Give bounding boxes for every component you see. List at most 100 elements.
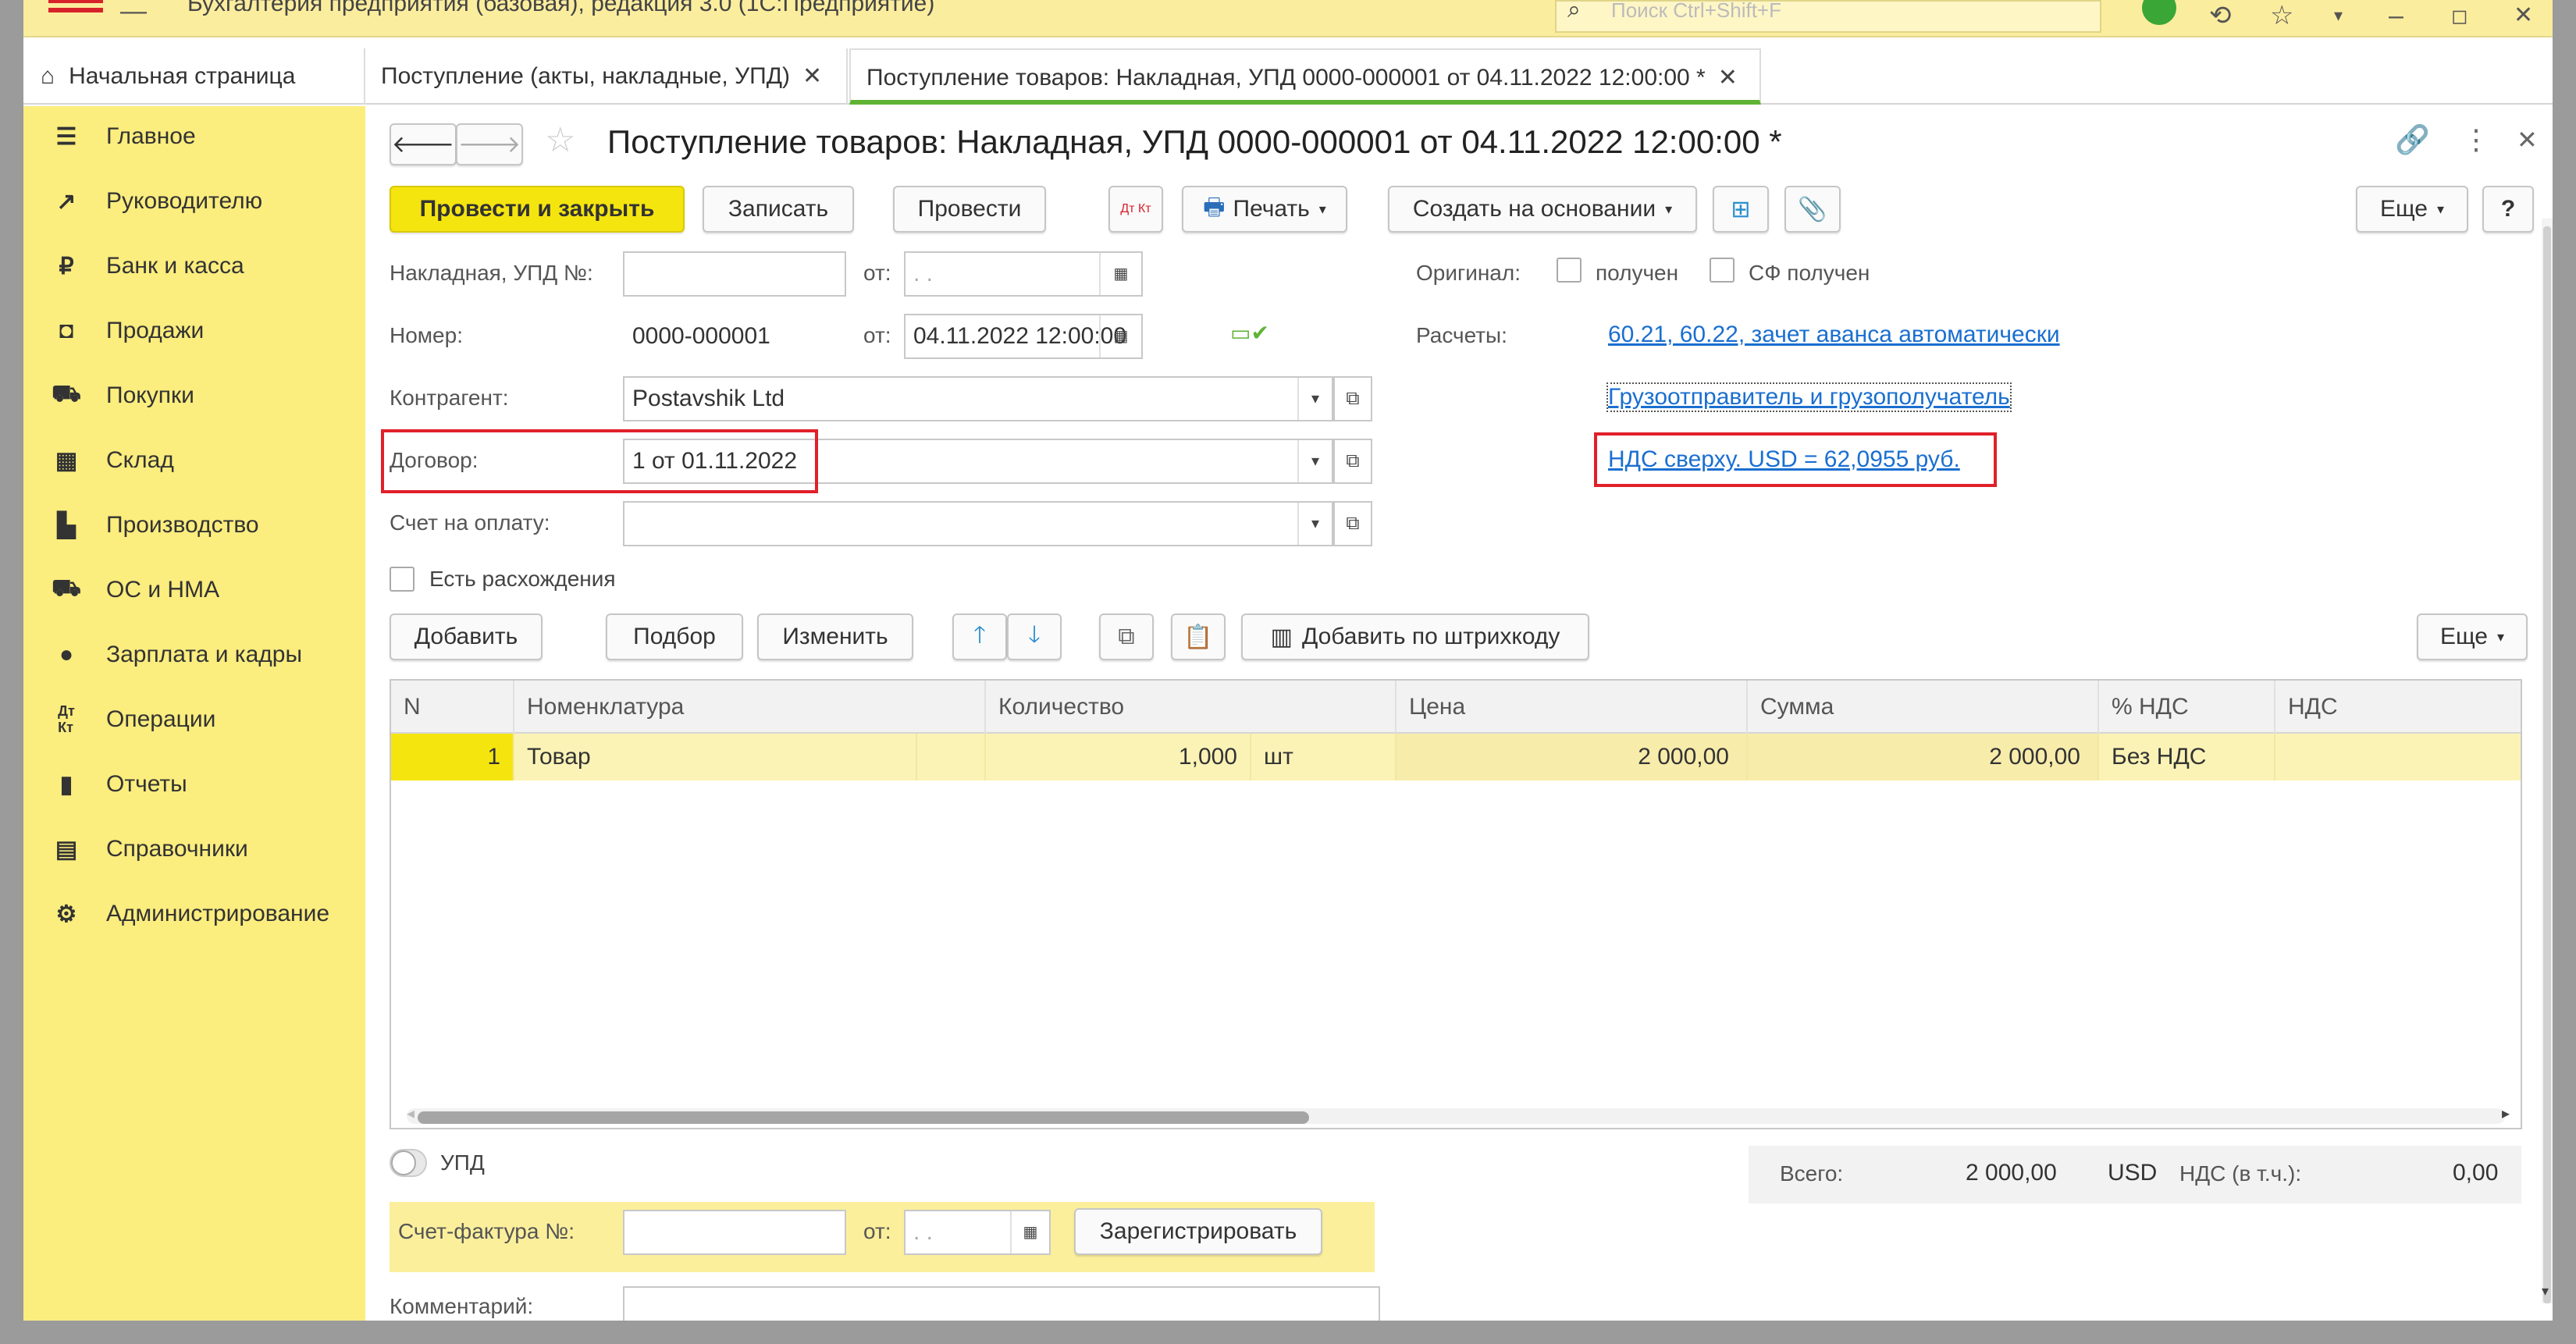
tab-receipts-list[interactable]: Поступление (акты, накладные, УПД) ✕ <box>365 48 848 105</box>
sidebar-item-manager[interactable]: ↗ Руководителю <box>23 174 365 229</box>
sidebar-item-sales[interactable]: ◘ Продажи <box>23 304 365 358</box>
move-down-button[interactable]: 🡓 <box>1007 613 1062 660</box>
open-payment-invoice-button[interactable]: ⧉ <box>1333 501 1372 546</box>
price-cell[interactable]: 2 000,00 <box>1397 734 1748 780</box>
chevron-down-icon[interactable]: ▾ <box>1297 378 1332 420</box>
paste-button[interactable]: 📋 <box>1171 613 1226 660</box>
column-header[interactable]: % НДС <box>2099 681 2275 734</box>
sidebar-item-production[interactable]: ▙ Производство <box>23 498 365 553</box>
vat-cell[interactable] <box>2275 734 2521 780</box>
chevron-down-icon[interactable]: ▾ <box>1297 503 1332 545</box>
column-header[interactable]: Номенклатура <box>514 681 986 734</box>
sidebar-item-assets[interactable]: ⛟ ОС и НМА <box>23 563 365 617</box>
global-search-input[interactable]: ⌕ Поиск Ctrl+Shift+F <box>1555 0 2101 33</box>
menu-icon[interactable]: — <box>120 0 147 25</box>
sidebar-item-purchases[interactable]: ⛟ Покупки <box>23 368 365 423</box>
sf-received-checkbox[interactable] <box>1710 258 1735 283</box>
scroll-right-icon[interactable]: ▸ <box>2502 1104 2510 1123</box>
favorites-icon[interactable]: ☆ <box>2270 2 2293 30</box>
add-by-barcode-button[interactable]: ▥ Добавить по штрихкоду <box>1241 613 1589 660</box>
save-button[interactable]: Записать <box>703 186 854 233</box>
vat-rate-cell[interactable]: Без НДС <box>2099 734 2275 780</box>
star-icon[interactable]: ☆ <box>545 120 575 160</box>
notifications-icon[interactable] <box>2142 0 2176 28</box>
settlements-link[interactable]: 60.21, 60.22, зачет аванса автоматически <box>1608 322 2060 348</box>
chevron-down-icon[interactable]: ▾ <box>2334 2 2343 30</box>
original-received-checkbox[interactable] <box>1557 258 1582 283</box>
back-button[interactable]: 🡐 <box>390 123 457 165</box>
number-date-input[interactable]: 04.11.2022 12:00:00 ▦ <box>904 314 1143 359</box>
sidebar-item-operations[interactable]: Дт Кт Операции <box>23 692 365 747</box>
pick-button[interactable]: Подбор <box>606 613 743 660</box>
invoice-date-input[interactable]: . . ▦ <box>904 251 1143 297</box>
tab-home[interactable]: ⌂ Начальная страница <box>23 48 365 105</box>
calendar-icon[interactable]: ▦ <box>1099 253 1141 295</box>
attach-button[interactable]: 📎 <box>1784 186 1841 233</box>
chevron-down-icon[interactable]: ▾ <box>1297 440 1332 482</box>
print-button[interactable]: 🖶 Печать ▾ <box>1182 186 1347 233</box>
history-icon[interactable]: ⟲ <box>2209 2 2232 30</box>
post-and-close-button[interactable]: Провести и закрыть <box>390 186 685 233</box>
sidebar-item-catalogs[interactable]: ▤ Справочники <box>23 822 365 876</box>
item-extra-cell[interactable] <box>917 734 986 780</box>
structure-button[interactable]: ⊞ <box>1713 186 1769 233</box>
dt-kt-button[interactable]: Дт Кт <box>1108 186 1163 233</box>
item-cell[interactable]: Товар <box>514 734 917 780</box>
column-header[interactable]: Сумма <box>1748 681 2099 734</box>
calendar-icon[interactable]: ▦ <box>1099 315 1141 357</box>
sidebar-item-warehouse[interactable]: ▦ Склад <box>23 433 365 488</box>
close-icon[interactable]: ✕ <box>2514 2 2533 30</box>
payment-invoice-input[interactable]: ▾ <box>623 501 1333 546</box>
open-contract-button[interactable]: ⧉ <box>1333 439 1372 484</box>
table-row[interactable]: 1 Товар 1,000 шт 2 000,00 2 000,00 Без Н… <box>391 734 2521 780</box>
comment-input[interactable] <box>623 1286 1380 1321</box>
create-based-on-button[interactable]: Создать на основании ▾ <box>1388 186 1697 233</box>
sidebar-item-salary[interactable]: ● Зарплата и кадры <box>23 628 365 682</box>
move-up-button[interactable]: 🡑 <box>952 613 1007 660</box>
sidebar-item-reports[interactable]: ▮ Отчеты <box>23 757 365 812</box>
shipper-consignee-link[interactable]: Грузоотправитель и грузополучатель <box>1606 382 2012 412</box>
calendar-icon[interactable]: ▦ <box>1010 1211 1049 1253</box>
close-icon[interactable]: ✕ <box>1718 65 1738 91</box>
invoice-number-input[interactable] <box>623 251 846 297</box>
maximize-icon[interactable]: ◻ <box>2451 2 2468 30</box>
tab-receipt-document[interactable]: Поступление товаров: Накладная, УПД 0000… <box>849 48 1761 105</box>
row-number-cell[interactable]: 1 <box>391 734 514 780</box>
horizontal-scroll-thumb[interactable] <box>418 1111 1309 1124</box>
quantity-cell[interactable]: 1,000 <box>986 734 1251 780</box>
status-icon[interactable]: ▭✔ <box>1230 320 1269 346</box>
sidebar-item-main[interactable]: ☰ Главное <box>23 109 365 164</box>
close-icon[interactable]: ✕ <box>802 63 822 89</box>
more-button[interactable]: Еще ▾ <box>2356 186 2468 233</box>
upd-toggle[interactable] <box>390 1149 427 1177</box>
sidebar-item-admin[interactable]: ⚙ Администрирование <box>23 887 365 941</box>
sidebar-item-bank[interactable]: ₽ Банк и касса <box>23 239 365 293</box>
forward-button[interactable]: 🡒 <box>456 123 523 165</box>
contractor-input[interactable]: Postavshik Ltd ▾ <box>623 376 1333 421</box>
register-button[interactable]: Зарегистрировать <box>1074 1208 1322 1255</box>
sf-date-input[interactable]: . . ▦ <box>904 1210 1051 1255</box>
unit-cell[interactable]: шт <box>1251 734 1397 780</box>
add-row-button[interactable]: Добавить <box>390 613 543 660</box>
close-form-icon[interactable]: ✕ <box>2517 125 2538 155</box>
link-icon[interactable]: 🔗 <box>2395 123 2430 156</box>
open-contractor-button[interactable]: ⧉ <box>1333 376 1372 421</box>
column-header[interactable]: Количество <box>986 681 1397 734</box>
more-vertical-icon[interactable]: ⋮ <box>2462 123 2490 156</box>
sum-cell[interactable]: 2 000,00 <box>1748 734 2099 780</box>
column-header[interactable]: НДС <box>2275 681 2521 734</box>
table-more-button[interactable]: Еще ▾ <box>2417 613 2528 660</box>
number-input[interactable]: 0000-000001 <box>623 314 846 359</box>
scroll-down-icon[interactable]: ▾ <box>2542 1283 2549 1300</box>
vertical-scroll-thumb[interactable] <box>2543 226 2551 1303</box>
discrepancy-checkbox[interactable] <box>390 567 415 592</box>
minimize-icon[interactable]: – <box>2389 2 2403 30</box>
column-header[interactable]: Цена <box>1397 681 1748 734</box>
sf-number-input[interactable] <box>623 1210 846 1255</box>
post-button[interactable]: Провести <box>893 186 1046 233</box>
edit-button[interactable]: Изменить <box>757 613 913 660</box>
help-button[interactable]: ? <box>2482 186 2534 233</box>
copy-row-button[interactable]: ⧉ <box>1099 613 1154 660</box>
scroll-left-icon[interactable]: ◂ <box>407 1104 415 1123</box>
column-header[interactable]: N <box>391 681 514 734</box>
